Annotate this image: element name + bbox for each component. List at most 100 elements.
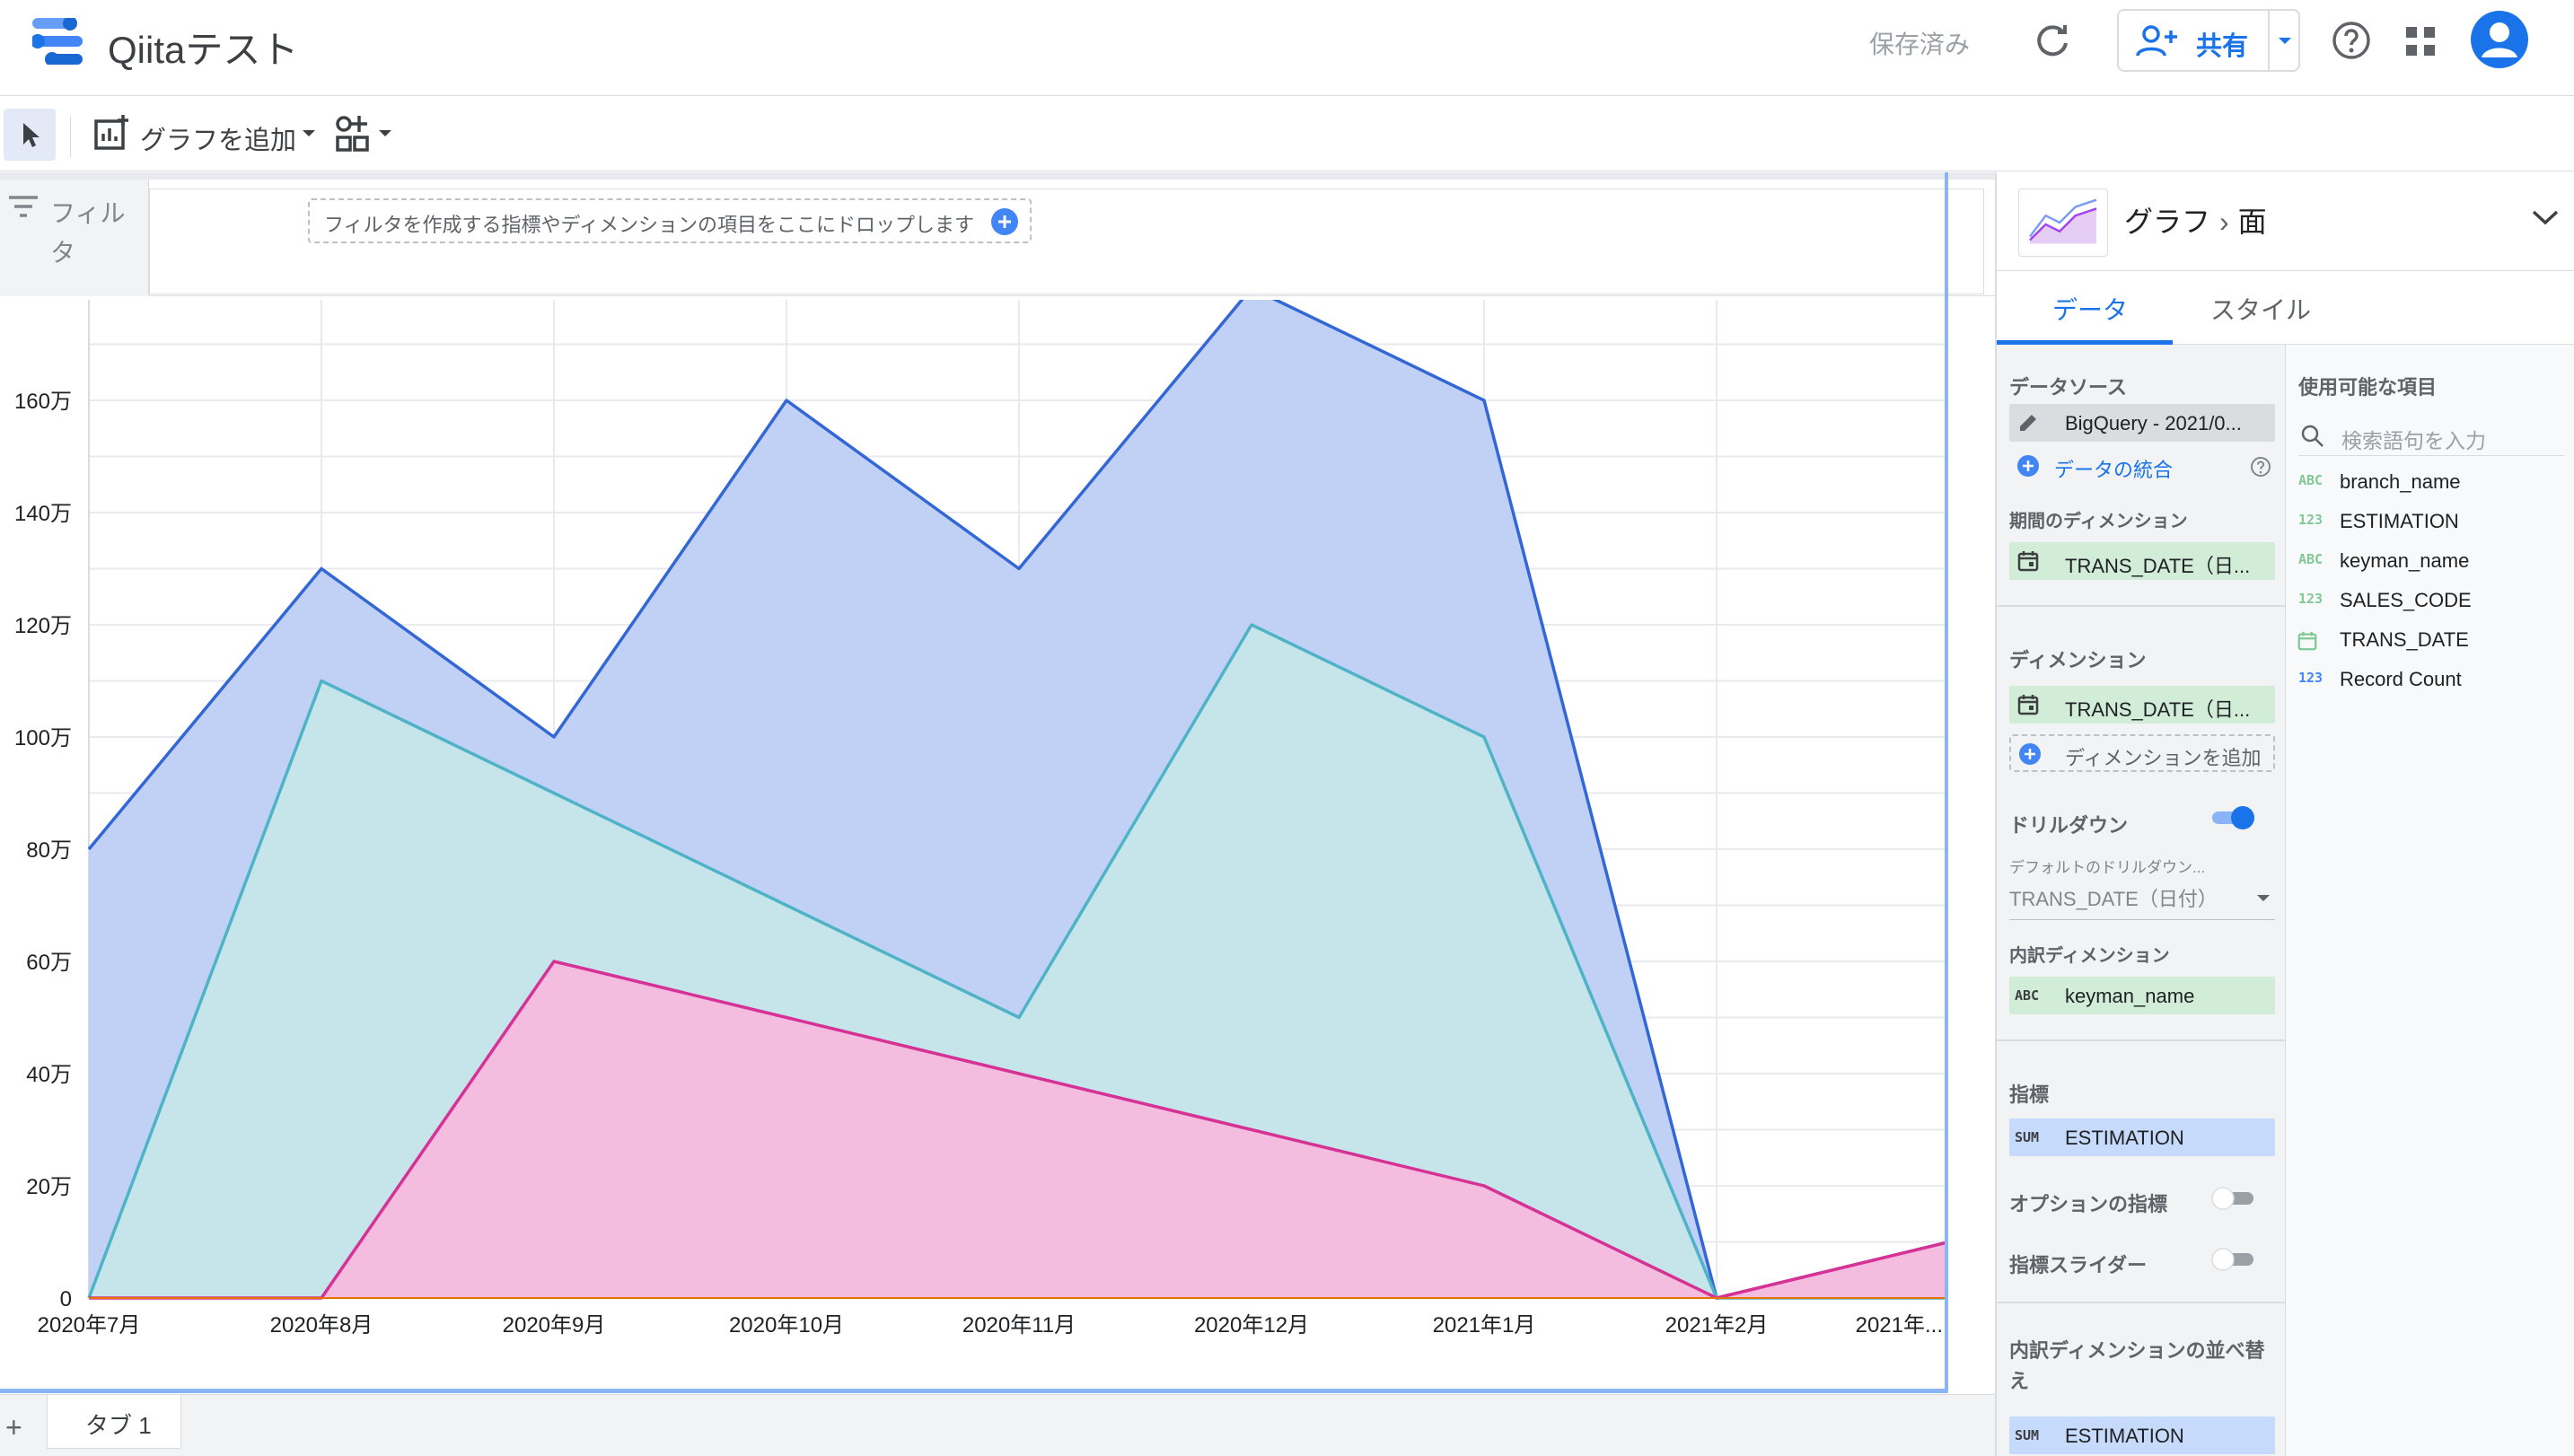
available-fields-column: 使用可能な項目 検索語句を入力 ABC branch_name 123 ESTIMAT… xyxy=(2286,345,2574,1456)
optional-metric-toggle[interactable] xyxy=(2209,1185,2257,1212)
x-tick-label: 2020年12月 xyxy=(1194,1313,1309,1338)
y-tick-label: 40万 xyxy=(26,1063,72,1087)
dimension-chip[interactable]: TRANS_DATE（日... xyxy=(2009,686,2275,724)
field-item[interactable]: 123 ESTIMATION xyxy=(2286,504,2574,540)
x-tick-label: 2020年8月 xyxy=(270,1313,373,1338)
select-tool-button[interactable] xyxy=(4,109,56,161)
edit-pencil-icon[interactable] xyxy=(2016,411,2040,434)
properties-panel: グラフ › 面 データ スタイル データソース BigQuery - 2021/0.… xyxy=(1995,172,2574,1456)
add-chart-label: グラフを追加 xyxy=(140,127,297,155)
field-item[interactable]: 123 Record Count xyxy=(2286,662,2574,698)
metric-title: 指標 xyxy=(2009,1083,2050,1106)
refresh-icon[interactable] xyxy=(2031,20,2074,63)
report-title[interactable]: Qiitaテスト xyxy=(108,20,298,75)
chart-type-title: グラフ › 面 xyxy=(2124,199,2267,241)
cursor-icon xyxy=(23,123,40,147)
add-person-icon xyxy=(2136,25,2177,57)
section-divider xyxy=(1997,1039,2285,1041)
chevron-down-icon[interactable] xyxy=(2255,892,2271,905)
metric-slider-toggle[interactable] xyxy=(2209,1246,2257,1273)
y-tick-label: 140万 xyxy=(14,502,72,526)
number-type-icon: 123 xyxy=(2298,512,2324,528)
search-icon xyxy=(2301,425,2324,447)
chevron-down-icon[interactable] xyxy=(2530,206,2561,228)
area-chart[interactable]: 0 20万 40万 60万 80万 100万 120万 140万 160万 2020年7月 2020… xyxy=(0,172,1945,1389)
metric-slider-title: 指標スライダー xyxy=(2009,1254,2148,1276)
section-divider xyxy=(1997,605,2285,607)
chevron-down-icon xyxy=(303,130,315,136)
y-tick-label: 100万 xyxy=(14,726,72,750)
calendar-icon xyxy=(2017,551,2039,572)
field-name: SALES_CODE xyxy=(2340,589,2472,611)
y-tick-label: 20万 xyxy=(26,1175,72,1199)
y-tick-label: 60万 xyxy=(26,951,72,975)
y-tick-label: 0 xyxy=(60,1287,72,1311)
apps-grid-icon[interactable] xyxy=(2403,23,2438,59)
datasource-title: データソース xyxy=(2009,376,2127,399)
aggregation-badge[interactable]: SUM xyxy=(2015,1129,2039,1145)
period-dimension-title: 期間のディメンション xyxy=(2009,512,2188,531)
x-tick-label: 2021年... xyxy=(1856,1313,1943,1338)
chart-subtype-label: 面 xyxy=(2237,206,2267,238)
calendar-icon xyxy=(2297,631,2317,651)
add-control-icon[interactable] xyxy=(334,114,393,155)
y-tick-label: 120万 xyxy=(14,614,72,638)
edit-toolbar: グラフを追加 xyxy=(0,96,2574,171)
chart-type-header[interactable]: グラフ › 面 xyxy=(1997,172,2574,271)
field-search-input[interactable]: 検索語句を入力 xyxy=(2298,417,2564,456)
period-dimension-chip[interactable]: TRANS_DATE（日... xyxy=(2009,542,2275,580)
data-config-column: データソース BigQuery - 2021/0... データの統合 期間のディ… xyxy=(1997,345,2286,1456)
help-icon[interactable] xyxy=(2331,20,2372,61)
calendar-icon xyxy=(2017,695,2039,715)
data-studio-logo[interactable] xyxy=(32,18,86,65)
section-divider xyxy=(1997,1302,2285,1303)
canvas-bottom-border xyxy=(0,1389,1948,1393)
drilldown-title: ドリルダウン xyxy=(2009,814,2129,837)
user-avatar[interactable] xyxy=(2471,11,2528,68)
page-tab[interactable]: タブ 1 xyxy=(47,1395,181,1449)
default-drilldown-select[interactable]: TRANS_DATE（日付） xyxy=(2009,883,2218,912)
metric-name: ESTIMATION xyxy=(2065,1127,2184,1149)
breadcrumb-separator-icon: › xyxy=(2219,206,2229,238)
text-type-icon: ABC xyxy=(2298,472,2324,488)
add-dimension-label: ディメンションを追加 xyxy=(2065,747,2262,769)
field-item[interactable]: ABC keyman_name xyxy=(2286,544,2574,580)
share-label: 共有 xyxy=(2196,32,2249,61)
field-item[interactable]: TRANS_DATE xyxy=(2286,623,2574,659)
field-name: Record Count xyxy=(2340,668,2462,690)
add-page-button[interactable]: + xyxy=(5,1411,22,1444)
help-icon[interactable] xyxy=(2250,456,2271,478)
area-chart-thumbnail-icon xyxy=(2018,189,2108,257)
blend-data-link[interactable]: データの統合 xyxy=(2054,454,2173,483)
save-status: 保存済み xyxy=(1869,31,1971,58)
metric-chip[interactable]: SUM ESTIMATION xyxy=(2009,1118,2275,1156)
tab-data-label: データ xyxy=(2052,296,2129,324)
datasource-name: BigQuery - 2021/0... xyxy=(2065,412,2242,434)
aggregation-badge[interactable]: SUM xyxy=(2015,1427,2039,1443)
drilldown-toggle[interactable] xyxy=(2209,804,2257,831)
field-item[interactable]: ABC branch_name xyxy=(2286,465,2574,501)
x-tick-label: 2021年2月 xyxy=(1665,1313,1769,1338)
select-underline xyxy=(2009,919,2275,920)
text-type-icon: ABC xyxy=(2298,551,2324,567)
default-drilldown-title: デフォルトのドリルダウン... xyxy=(2009,859,2206,876)
share-dropdown-icon[interactable] xyxy=(2270,11,2300,70)
field-item[interactable]: 123 SALES_CODE xyxy=(2286,583,2574,619)
toolbar-separator xyxy=(70,116,71,157)
breakdown-sort-chip[interactable]: SUM ESTIMATION xyxy=(2009,1417,2275,1454)
dimension-name: TRANS_DATE（日... xyxy=(2065,698,2251,721)
field-name: ESTIMATION xyxy=(2340,510,2459,532)
share-button[interactable]: 共有 xyxy=(2119,11,2268,70)
field-name: TRANS_DATE xyxy=(2340,628,2469,651)
add-icon xyxy=(2019,743,2041,765)
add-dimension-button[interactable]: ディメンションを追加 xyxy=(2009,734,2275,772)
x-tick-label: 2020年9月 xyxy=(503,1313,606,1338)
datasource-chip[interactable]: BigQuery - 2021/0... xyxy=(2009,404,2275,442)
field-name: branch_name xyxy=(2340,470,2461,493)
tab-data[interactable]: データ xyxy=(1997,271,2173,345)
blend-add-icon[interactable] xyxy=(2016,454,2040,478)
breakdown-dimension-chip[interactable]: ABC keyman_name xyxy=(2009,977,2275,1014)
breakdown-dimension-name: keyman_name xyxy=(2065,985,2195,1007)
tab-style[interactable]: スタイル xyxy=(2173,271,2352,345)
sort-metric-name: ESTIMATION xyxy=(2065,1425,2184,1447)
